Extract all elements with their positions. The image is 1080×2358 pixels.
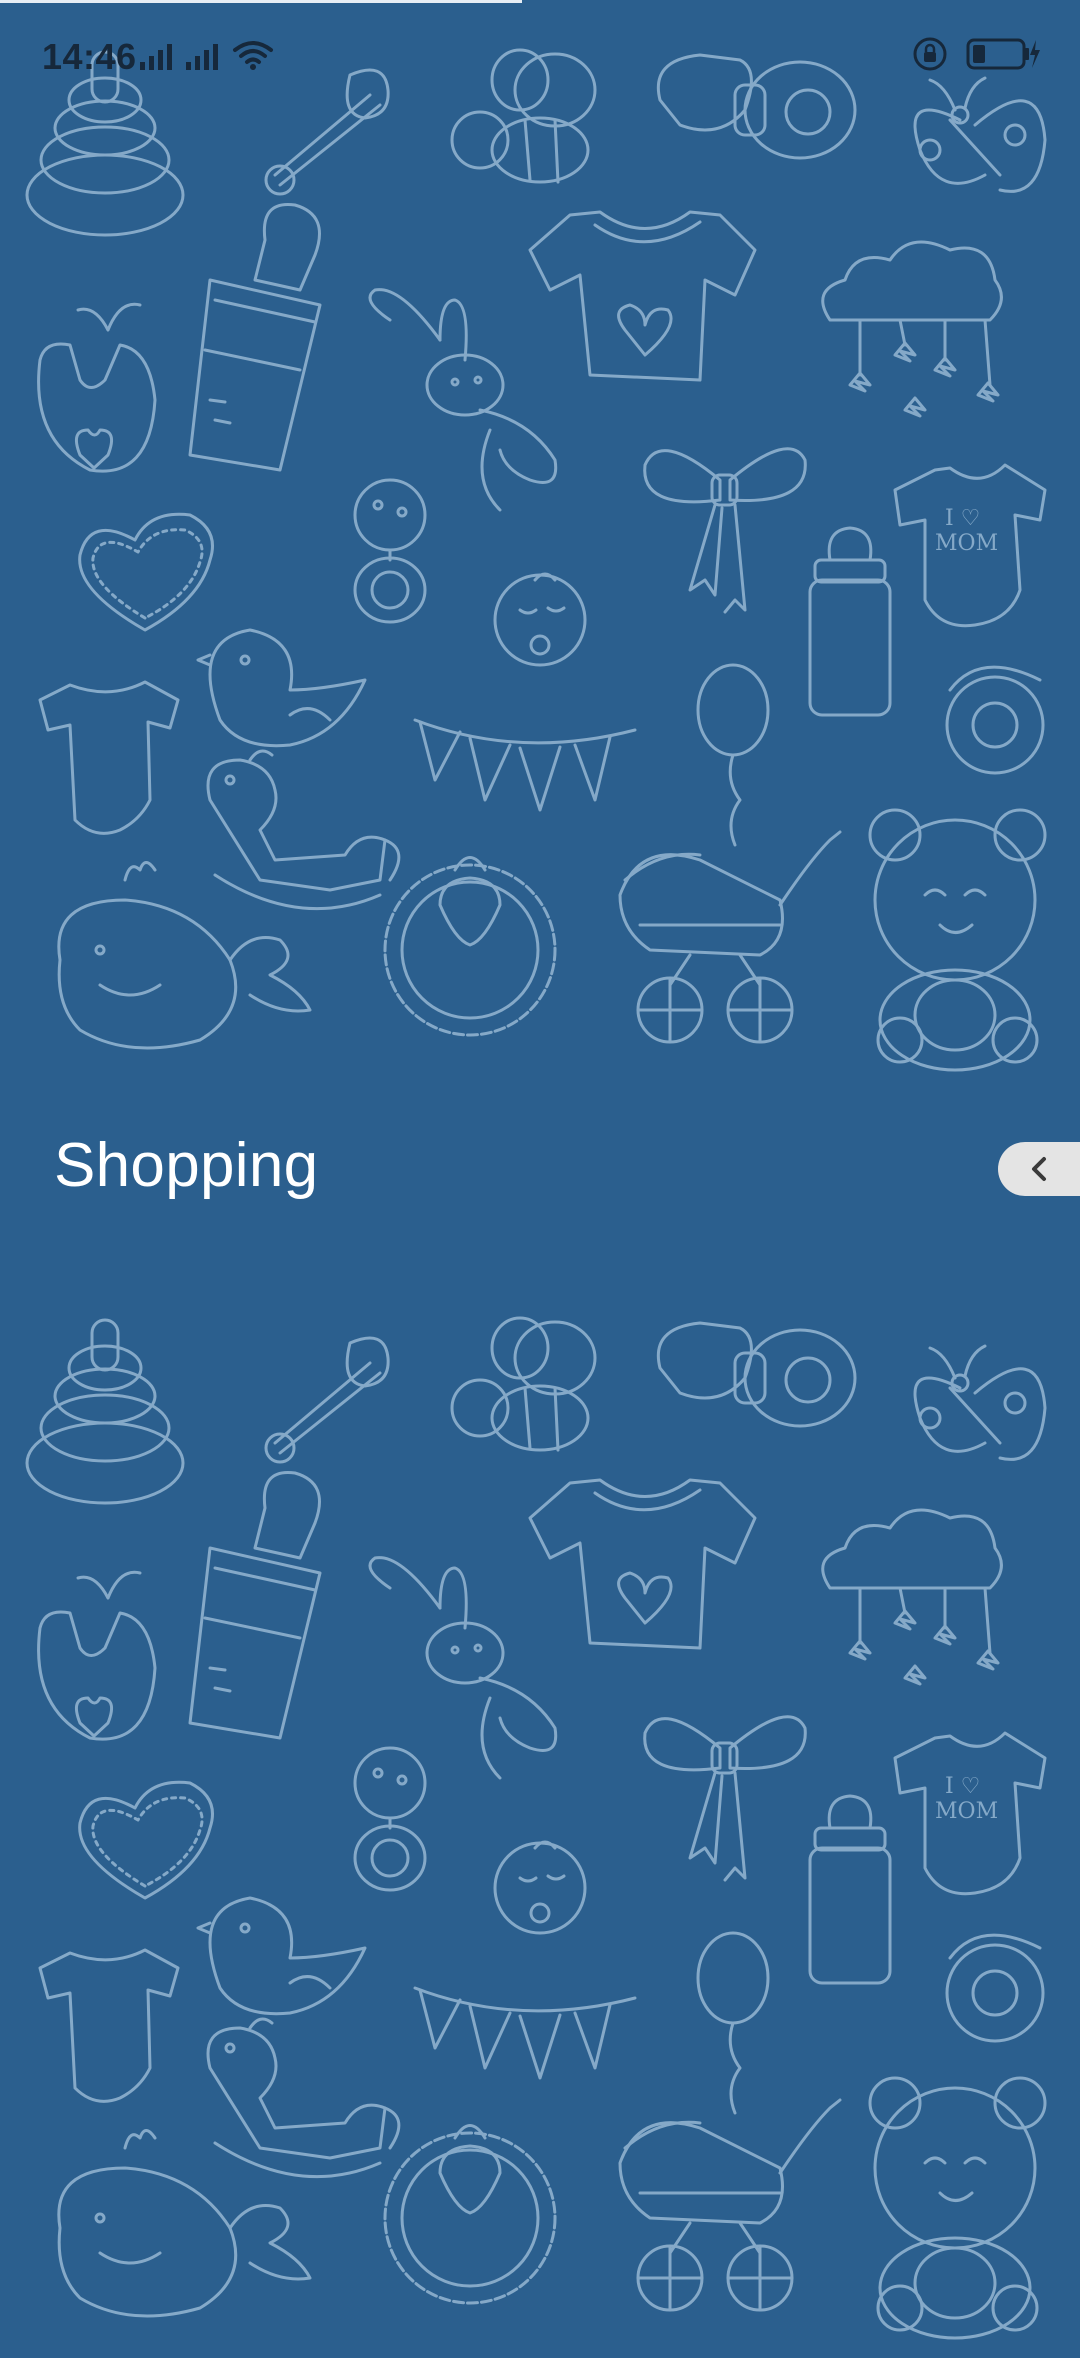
battery-charging-icon: [966, 38, 1040, 70]
wifi-icon: [233, 41, 273, 70]
page-title: Shopping: [54, 1131, 319, 1200]
signal-icon: [140, 44, 172, 70]
rotation-lock-icon: [913, 37, 947, 71]
chevron-left-icon: [1032, 1157, 1046, 1181]
status-left-icons: [140, 36, 274, 72]
background-pattern-top: [25, 48, 1047, 1072]
status-bar: 14:46: [0, 0, 1080, 110]
status-right-icons: [912, 34, 1042, 74]
status-time: 14:46: [42, 36, 137, 77]
drawer-open-button[interactable]: [998, 1142, 1080, 1196]
title-row: Shopping: [0, 1110, 1080, 1230]
background-pattern-bottom: [25, 1316, 1047, 2340]
signal-icon: [186, 44, 218, 70]
